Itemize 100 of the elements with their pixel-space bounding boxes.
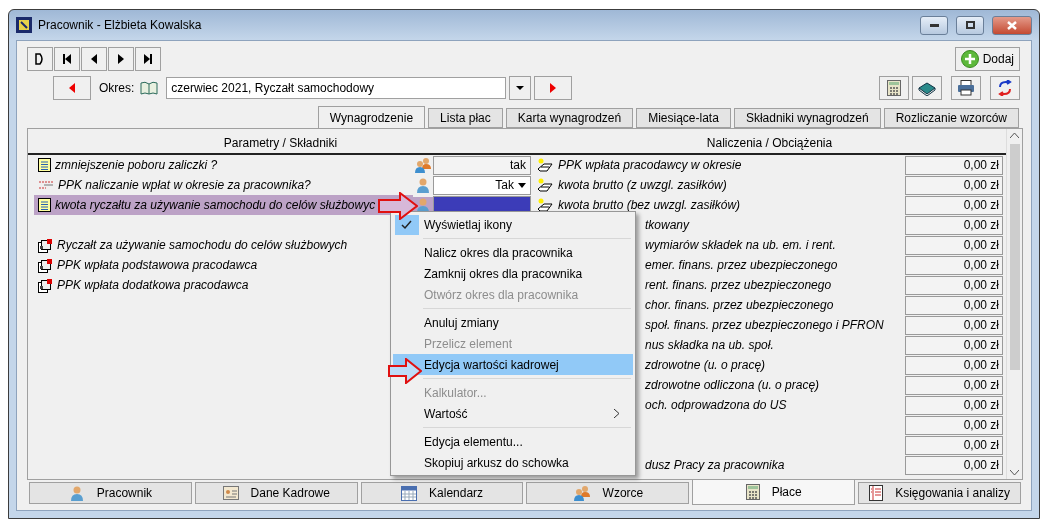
calendar-icon — [401, 485, 418, 501]
refresh-button[interactable] — [990, 76, 1020, 100]
menu-item[interactable]: Wyświetlaj ikony — [393, 214, 633, 235]
calculator-icon — [887, 80, 901, 96]
dropdown-field[interactable]: Tak — [433, 175, 531, 195]
document-icon — [38, 158, 51, 172]
annotation-arrow — [378, 192, 418, 220]
menu-item[interactable]: Edycja wartości kadrowej — [393, 354, 633, 375]
tab[interactable]: Rozliczanie wzorców — [883, 108, 1019, 128]
amount-field: 0,00 zł — [905, 195, 1003, 215]
charge-label: dusz Pracy za pracownika — [645, 458, 785, 472]
element-label: PPK wpłata podstawowa pracodawca — [57, 258, 258, 272]
swap-arrows-icon — [997, 80, 1013, 96]
bottom-tab[interactable]: Kalendarz — [360, 482, 524, 504]
amount-field: 0,00 zł — [905, 315, 1003, 335]
chevron-right-icon — [614, 409, 619, 418]
skip-back-icon — [63, 54, 71, 64]
bottom-tab[interactable]: Dane Kadrowe — [194, 482, 358, 504]
amount-field: 0,00 zł — [905, 335, 1003, 355]
scrollbar[interactable] — [1006, 129, 1022, 479]
caret-icon — [518, 182, 526, 188]
previous-record-button[interactable] — [81, 47, 107, 71]
charge-label: rent. finans. przez ubezpieczonego — [645, 278, 832, 292]
charge-label: wymiarów składek na ub. em. i rent. — [645, 238, 836, 252]
parameter-row[interactable]: zmniejszenie poboru zaliczki ? — [34, 155, 413, 175]
stacked-pages-icon — [38, 237, 53, 253]
period-label: Okres: — [99, 81, 135, 95]
bottom-tab[interactable]: Wzorce — [526, 482, 690, 504]
amount-field: 0,00 zł — [905, 455, 1003, 475]
charge-label: społ. finans. przez ubezpieczonego i PFRON — [645, 318, 884, 332]
bottom-tab[interactable]: Księgowania i analizy — [858, 482, 1021, 504]
previous-period-button[interactable] — [53, 76, 91, 100]
amount-field: 0,00 zł — [905, 235, 1003, 255]
period-dropdown[interactable]: czerwiec 2021, Ryczałt samochodowy — [166, 77, 507, 99]
first-record-button[interactable] — [54, 47, 80, 71]
print-button[interactable] — [951, 76, 981, 100]
new-record-button[interactable] — [27, 47, 53, 71]
calculator-icon — [745, 484, 760, 500]
value-field[interactable]: tak — [433, 155, 531, 175]
tab[interactable]: Wynagrodzenie — [317, 106, 426, 128]
element-label: Ryczałt za używanie samochodu do celów służbowych — [57, 238, 348, 252]
menu-item[interactable]: Skopiuj arkusz do schowka — [393, 452, 633, 473]
maximize-button[interactable] — [956, 15, 984, 35]
people-icon — [414, 157, 432, 173]
d-shape-icon — [35, 53, 45, 65]
calculator-button[interactable] — [879, 76, 909, 100]
amount-field: 0,00 zł — [905, 255, 1003, 275]
hand-coin-icon — [537, 158, 554, 172]
amount-field: 0,00 zł — [905, 275, 1003, 295]
charge-label: zdrowotne (u. o pracę) — [645, 358, 766, 372]
dashed-lines-icon — [38, 180, 54, 190]
checkmark-icon — [395, 215, 419, 235]
menu-item[interactable]: Zamknij okres dla pracownika — [393, 263, 633, 284]
menu-item[interactable]: Anuluj zmiany — [393, 312, 633, 333]
parameter-row[interactable]: PPK naliczanie wpłat w okresie za pracownika? — [34, 175, 413, 195]
document-icon — [38, 198, 51, 212]
minimize-icon — [929, 23, 939, 27]
next-period-button[interactable] — [534, 76, 573, 100]
bottom-tab[interactable]: Płace — [692, 480, 856, 505]
triangle-left-icon — [91, 54, 97, 64]
menu-item[interactable]: Edycja elementu... — [393, 431, 633, 452]
id-card-icon — [222, 486, 239, 500]
caret-icon — [516, 86, 525, 90]
minimize-button[interactable] — [920, 15, 948, 35]
app-icon — [16, 17, 32, 33]
hand-coin-icon — [537, 198, 554, 212]
last-record-button[interactable] — [135, 47, 161, 71]
parameter-label: zmniejszenie poboru zaliczki ? — [55, 158, 218, 172]
hand-coin-icon — [537, 178, 554, 192]
chevron-down-icon — [1010, 470, 1019, 475]
add-button[interactable]: Dodaj — [954, 47, 1020, 71]
window-title: Pracownik - Elżbieta Kowalska — [38, 18, 203, 32]
charge-label: nus składka na ub. społ. — [645, 338, 774, 352]
charge-label: PPK wpłata pracodawcy w okresie — [558, 158, 742, 172]
amount-field: 0,00 zł — [905, 395, 1003, 415]
next-record-button[interactable] — [108, 47, 134, 71]
menu-item[interactable]: Wartość — [393, 403, 633, 424]
tab[interactable]: Karta wynagrodzeń — [505, 108, 634, 128]
amount-field: 0,00 zł — [905, 295, 1003, 315]
charge-label: kwota brutto (bez uwzgl. zasiłków) — [558, 198, 741, 212]
charge-label: zdrowotne odliczona (u. o pracę) — [645, 378, 820, 392]
charge-label: och. odprowadzona do US — [645, 398, 787, 412]
people-icon — [572, 485, 591, 501]
amount-field: 0,00 zł — [905, 175, 1003, 195]
menu-item[interactable]: Nalicz okres dla pracownika — [393, 242, 633, 263]
printer-icon — [957, 80, 975, 96]
bottom-tab[interactable]: Pracownik — [29, 482, 192, 504]
dropdown-button[interactable] — [509, 76, 532, 100]
amount-field: 0,00 zł — [905, 435, 1003, 455]
restore-icon — [965, 21, 975, 29]
skip-forward-icon — [144, 54, 152, 64]
tab[interactable]: Lista płac — [428, 108, 503, 128]
close-button[interactable] — [992, 15, 1032, 35]
chevron-up-icon — [1010, 133, 1019, 138]
parameter-row[interactable]: kwota ryczałtu za używanie samochodu do celów służbowyc — [34, 195, 413, 215]
books-button[interactable] — [912, 76, 942, 100]
charge-label: chor. finans. przez ubezpieczonego — [645, 298, 834, 312]
person-icon — [68, 485, 85, 501]
tab[interactable]: Miesiące-lata — [636, 108, 731, 128]
tab[interactable]: Składniki wynagrodzeń — [733, 108, 881, 128]
